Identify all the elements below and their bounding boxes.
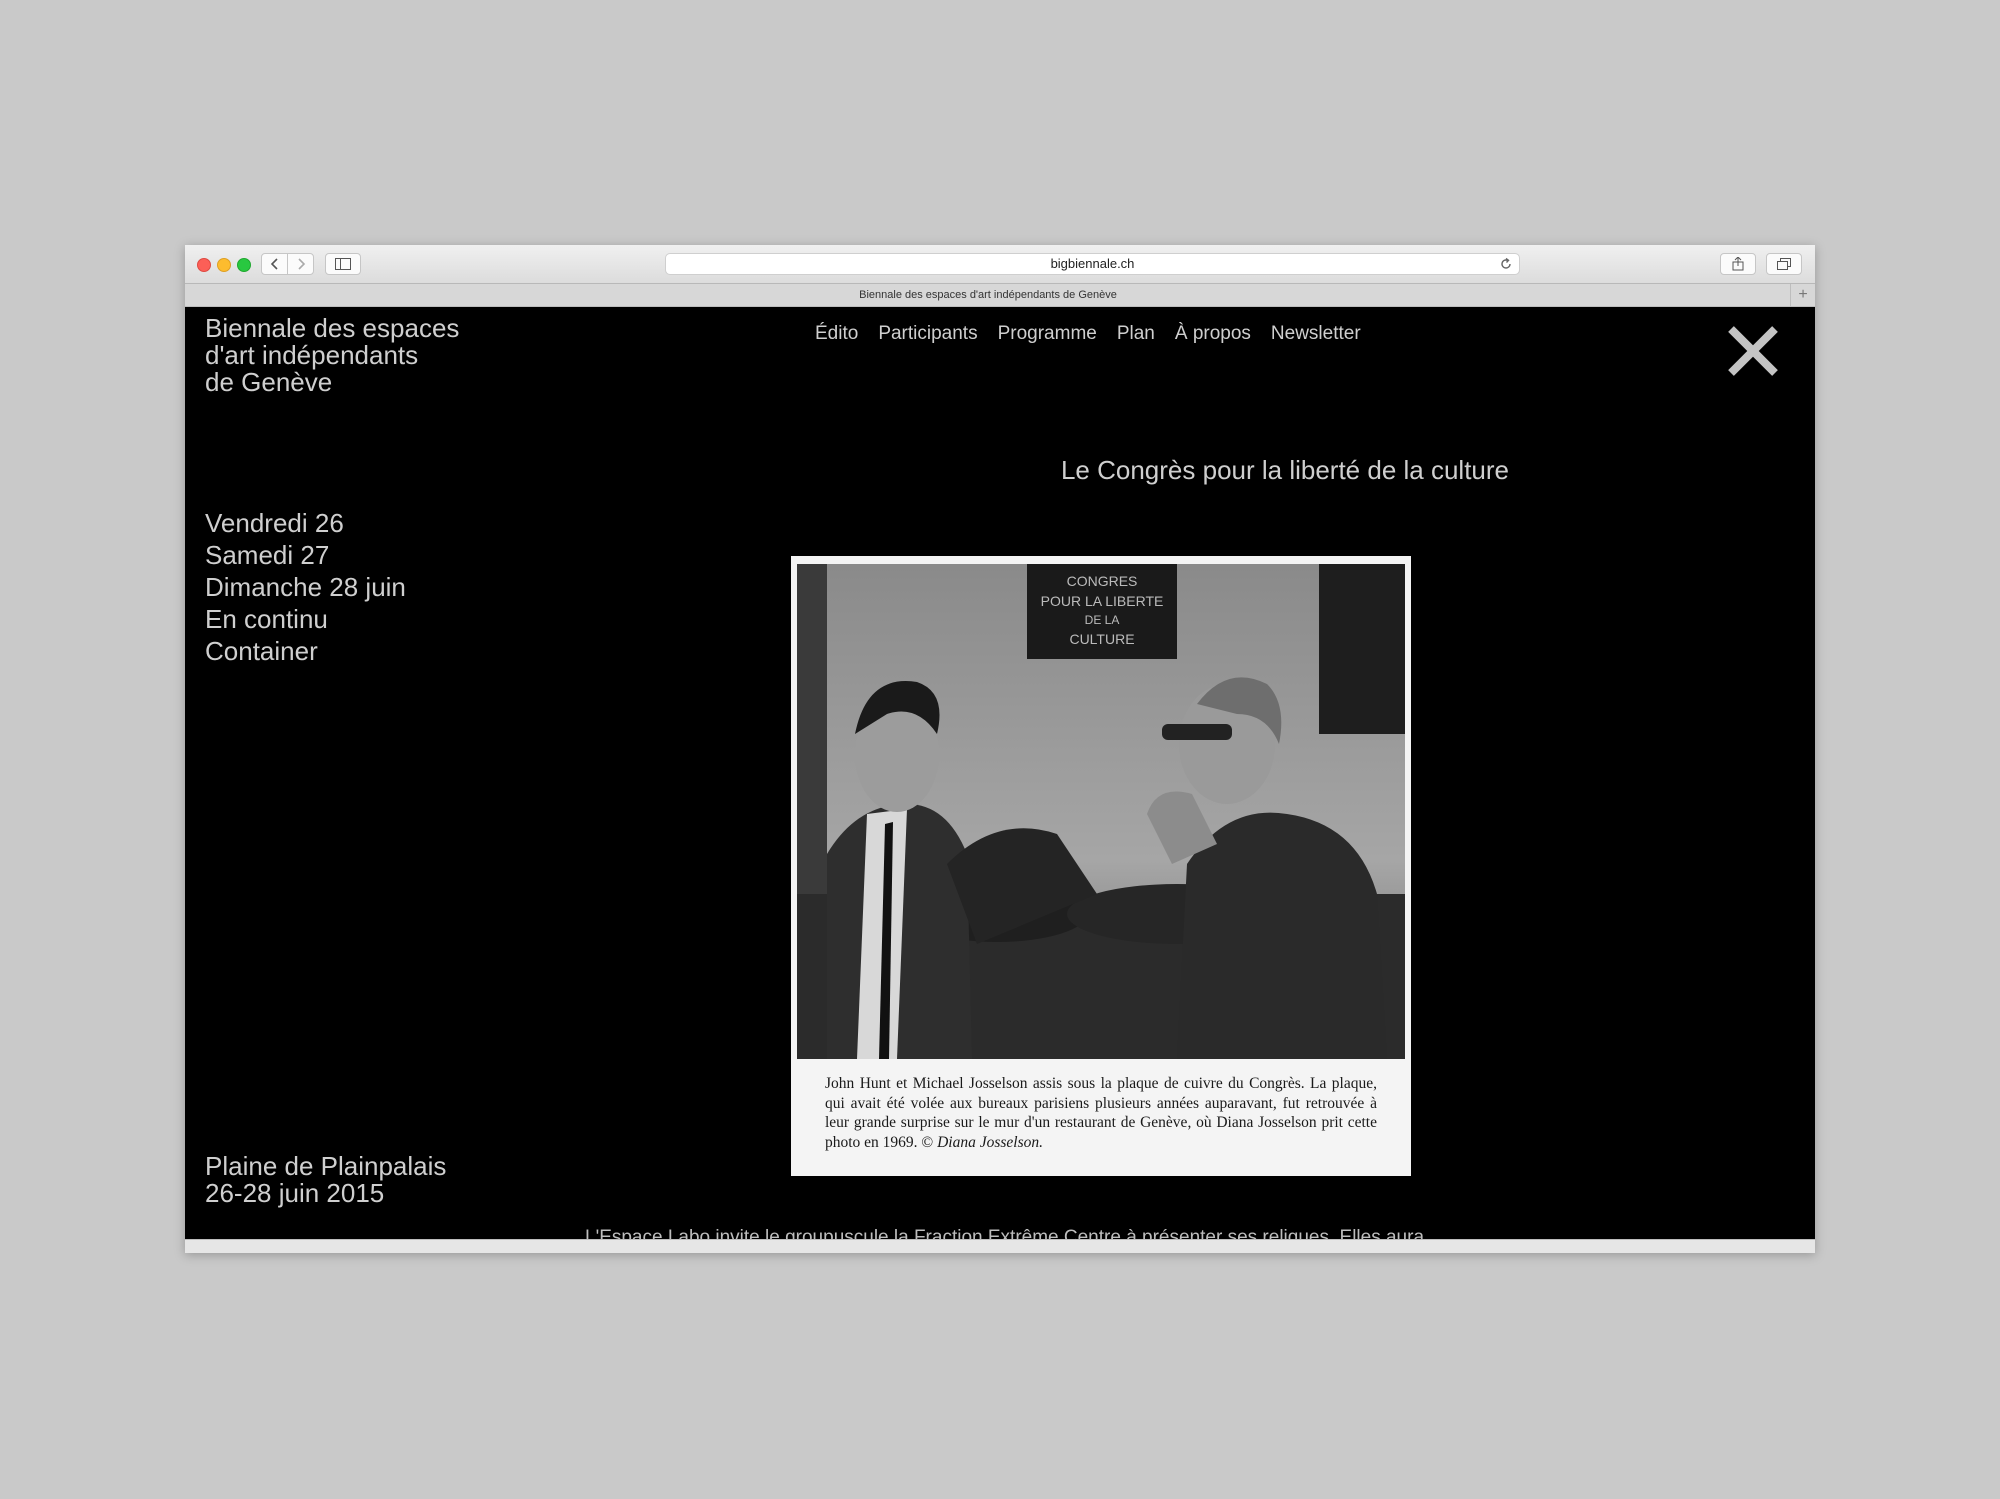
nav-plan[interactable]: Plan <box>1117 323 1155 345</box>
tab-bar: Biennale des espaces d'art indépendants … <box>185 284 1815 307</box>
plaque-line: CONGRES <box>1067 573 1138 589</box>
sidebar-icon <box>335 258 351 270</box>
nav-a-propos[interactable]: À propos <box>1175 323 1251 345</box>
nav-newsletter[interactable]: Newsletter <box>1271 323 1361 345</box>
sidebar-toggle-button[interactable] <box>325 253 361 275</box>
tab-active[interactable]: Biennale des espaces d'art indépendants … <box>185 284 1791 306</box>
plaque-line: DE LA <box>1085 613 1120 627</box>
reload-icon[interactable] <box>1499 257 1513 271</box>
day-menu: Vendredi 26 Samedi 27 Dimanche 28 juin E… <box>205 507 406 667</box>
forward-button[interactable] <box>287 253 314 275</box>
article-text-peek: L'Espace Labo invite le groupuscule la F… <box>585 1227 1425 1239</box>
nav-edito[interactable]: Édito <box>815 323 858 345</box>
zoom-window-button[interactable] <box>237 258 251 272</box>
new-tab-button[interactable]: + <box>1790 284 1815 306</box>
nav-participants[interactable]: Participants <box>878 323 977 345</box>
plaque-line: POUR LA LIBERTE <box>1041 593 1164 609</box>
url-text: bigbiennale.ch <box>1050 256 1135 271</box>
event-location: Plaine de Plainpalais 26-28 juin 2015 <box>205 1153 446 1207</box>
site-title-line: d'art indépendants <box>205 340 419 370</box>
site-title[interactable]: Biennale des espaces d'art indépendants … <box>205 315 459 396</box>
back-button[interactable] <box>261 253 288 275</box>
close-icon[interactable] <box>1725 323 1781 379</box>
caption-credit: Diana Josselson. <box>937 1133 1044 1151</box>
site-title-line: Biennale des espaces <box>205 313 460 343</box>
location-line: Plaine de Plainpalais <box>205 1151 447 1181</box>
photo-image: CONGRES POUR LA LIBERTE DE LA CULTURE <box>797 564 1405 1059</box>
tabs-overview-button[interactable] <box>1766 253 1802 275</box>
address-bar[interactable]: bigbiennale.ch <box>665 253 1520 275</box>
photo-caption: John Hunt et Michael Josselson assis sou… <box>825 1074 1377 1152</box>
page-title: Le Congrès pour la liberté de la culture <box>1060 455 1510 485</box>
location-line: 26-28 juin 2015 <box>205 1178 385 1208</box>
day-link-en-continu[interactable]: En continu <box>205 603 406 635</box>
day-link-samedi[interactable]: Samedi 27 <box>205 539 406 571</box>
main-nav: Édito Participants Programme Plan À prop… <box>815 323 1361 345</box>
caption-text: John Hunt et Michael Josselson assis sou… <box>825 1075 1377 1151</box>
photo-illustration: CONGRES POUR LA LIBERTE DE LA CULTURE <box>797 564 1405 1059</box>
web-page: Biennale des espaces d'art indépendants … <box>185 307 1815 1239</box>
browser-window: bigbiennale.ch Biennale des espaces d'ar… <box>185 245 1815 1253</box>
day-link-dimanche[interactable]: Dimanche 28 juin <box>205 571 406 603</box>
horizontal-scrollbar[interactable] <box>185 1239 1815 1253</box>
share-icon <box>1732 257 1744 271</box>
day-link-vendredi[interactable]: Vendredi 26 <box>205 507 406 539</box>
browser-toolbar: bigbiennale.ch <box>185 245 1815 284</box>
chevron-left-icon <box>270 258 278 270</box>
nav-programme[interactable]: Programme <box>998 323 1097 345</box>
archive-photo: CONGRES POUR LA LIBERTE DE LA CULTURE Jo… <box>791 556 1411 1176</box>
chevron-right-icon <box>297 258 305 270</box>
site-title-line: de Genève <box>205 367 333 397</box>
day-link-container[interactable]: Container <box>205 635 406 667</box>
minimize-window-button[interactable] <box>217 258 231 272</box>
tabs-icon <box>1777 258 1791 270</box>
plaque-line: CULTURE <box>1069 631 1134 647</box>
close-window-button[interactable] <box>197 258 211 272</box>
share-button[interactable] <box>1720 253 1756 275</box>
